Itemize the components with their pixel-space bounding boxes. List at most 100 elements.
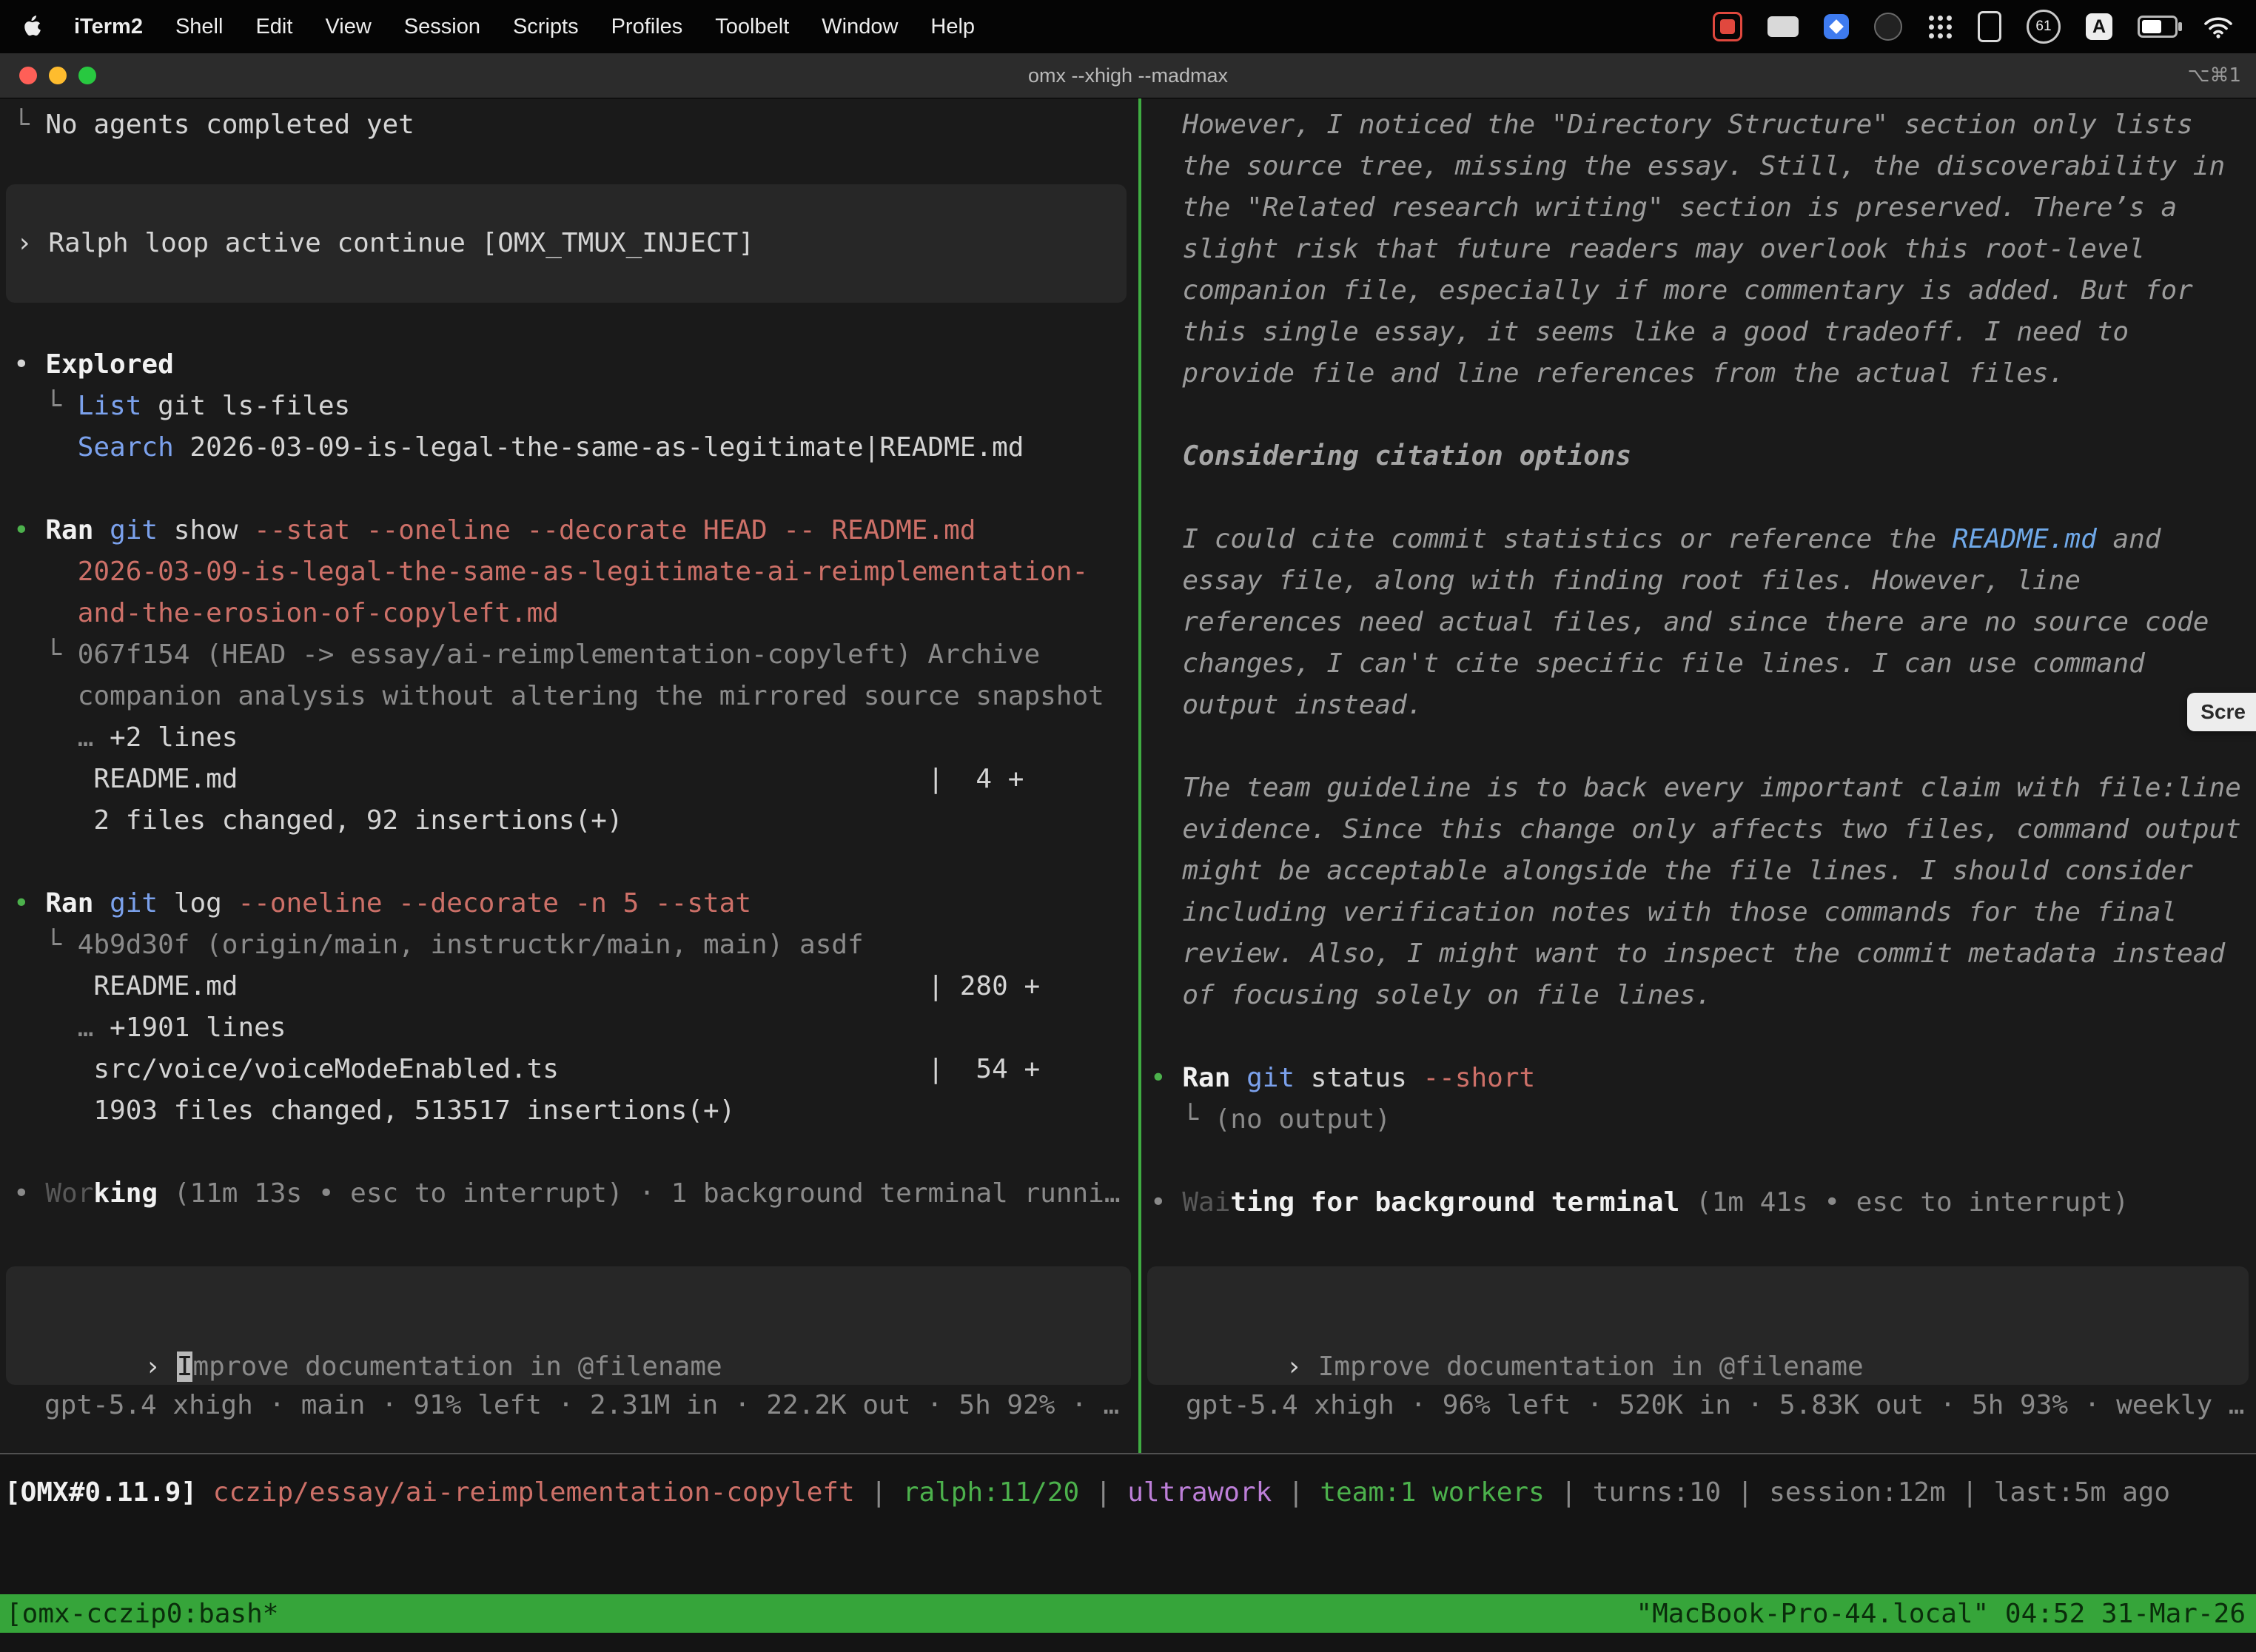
terminal-line: README.md | 4 + (13, 759, 1135, 800)
terminal-line: • Ran git status --short (1150, 1058, 2256, 1099)
inject-banner: › Ralph loop active continue [OMX_TMUX_I… (6, 184, 1127, 303)
menu-item-shell[interactable]: Shell (175, 15, 224, 39)
menu-item-profiles[interactable]: Profiles (611, 15, 683, 39)
apple-menu-icon[interactable] (22, 16, 41, 38)
terminal-line: 2 files changed, 92 insertions(+) (13, 800, 1135, 842)
terminal-line: essay file, along with finding root file… (1150, 560, 2256, 602)
menu-bar: iTerm2 Shell Edit View Session Scripts Profile… (0, 0, 2256, 53)
terminal-line: might be acceptable alongside the file l… (1150, 850, 2256, 892)
terminal-line: README.md | 280 + (13, 966, 1135, 1007)
menu-item-window[interactable]: Window (822, 15, 898, 39)
terminal-line: slight risk that future readers may over… (1150, 229, 2256, 270)
blank-line (13, 842, 1135, 883)
menu-item-help[interactable]: Help (930, 15, 975, 39)
terminal-line: • Ran git show --stat --oneline --decora… (13, 510, 1135, 551)
terminal-line: Considering citation options (1150, 436, 2256, 477)
traffic-lights (0, 67, 96, 84)
terminal-line: companion analysis without altering the … (13, 676, 1135, 717)
dots-grid-icon[interactable] (1927, 14, 1953, 39)
terminal-line: └ (no output) (1150, 1099, 2256, 1141)
omx-status-bar: [OMX#0.11.9] cczip/essay/ai-reimplementa… (0, 1454, 2256, 1514)
terminal-line: 1903 files changed, 513517 insertions(+) (13, 1090, 1135, 1132)
window-title: omx --xhigh --madmax (0, 64, 2256, 87)
window-titlebar[interactable]: omx --xhigh --madmax ⌥⌘1 (0, 53, 2256, 98)
tmux-status-bar: [omx-cczip0:bash* "MacBook-Pro-44.local"… (0, 1594, 2256, 1633)
menu-item-toolbelt[interactable]: Toolbelt (715, 15, 789, 39)
input-source-icon[interactable]: A (2086, 13, 2112, 40)
terminal-line: references need actual files, and since … (1150, 602, 2256, 643)
blank-line (1150, 1141, 2256, 1182)
terminal-line: including verification notes with those … (1150, 892, 2256, 933)
terminal-line: … +2 lines (13, 717, 1135, 759)
close-button[interactable] (19, 67, 37, 84)
terminal-line: companion file, especially if more comme… (1150, 270, 2256, 312)
terminal-line: └ 4b9d30f (origin/main, instructkr/main,… (13, 924, 1135, 966)
tmux-pane-left[interactable]: └ No agents completed yet › Ralph loop ac… (0, 98, 1138, 1453)
blank-line (1150, 726, 2256, 768)
left-pane-scrollback: └ No agents completed yet › Ralph loop ac… (0, 98, 1138, 1215)
blank-line (1150, 477, 2256, 519)
terminal-area[interactable]: └ No agents completed yet › Ralph loop ac… (0, 98, 2256, 1454)
prompt-input-right[interactable]: › Improve documentation in @filename (1147, 1266, 2249, 1385)
tab-shortcut-badge: ⌥⌘1 (2187, 64, 2241, 87)
terminal-line: • Waiting for background terminal (1m 41… (1150, 1182, 2256, 1223)
zoom-button[interactable] (78, 67, 96, 84)
screen-overlay-button[interactable]: Scre (2187, 693, 2256, 731)
terminal-line: I could cite commit statistics or refere… (1150, 519, 2256, 560)
blank-line (13, 1132, 1135, 1173)
prompt-chevron: › (144, 1352, 176, 1382)
minimize-button[interactable] (49, 67, 67, 84)
terminal-line: the source tree, missing the essay. Stil… (1150, 146, 2256, 187)
dark-app-icon[interactable] (1874, 13, 1902, 41)
menu-items: iTerm2 Shell Edit View Session Scripts Profile… (74, 15, 975, 39)
battery-percent-badge[interactable]: 61 (2027, 10, 2061, 44)
terminal-line: • Ran git log --oneline --decorate -n 5 … (13, 883, 1135, 924)
terminal-line: The team guideline is to back every impo… (1150, 768, 2256, 809)
prompt-placeholder: Improve documentation in @filename (1318, 1352, 1864, 1382)
terminal-line: Search 2026-03-09-is-legal-the-same-as-l… (13, 427, 1135, 469)
prompt-placeholder: mprove documentation in @filename (192, 1352, 722, 1382)
terminal-line: src/voice/voiceModeEnabled.ts | 54 + (13, 1049, 1135, 1090)
battery-icon[interactable] (2138, 16, 2178, 38)
terminal-line: provide file and line references from th… (1150, 353, 2256, 394)
terminal-line: └ No agents completed yet (13, 104, 1135, 146)
blank-line (13, 469, 1135, 510)
wifi-icon[interactable] (2203, 15, 2234, 38)
screen-recording-stop-icon[interactable] (1713, 12, 1742, 41)
terminal-line: • Working (11m 13s • esc to interrupt) ·… (13, 1173, 1135, 1215)
model-status-right: gpt-5.4 xhigh · 96% left · 520K in · 5.8… (1186, 1385, 2244, 1426)
terminal-line: [OMX#0.11.9] cczip/essay/ai-reimplementa… (4, 1472, 2252, 1514)
prompt-chevron: › (1286, 1352, 1317, 1382)
terminal-line: output instead. (1150, 685, 2256, 726)
tmux-pane-right[interactable]: However, I noticed the "Directory Struct… (1141, 98, 2256, 1453)
terminal-line: review. Also, I might want to inspect th… (1150, 933, 2256, 975)
prompt-input-left[interactable]: › Improve documentation in @filename (6, 1266, 1131, 1385)
terminal-line: and-the-erosion-of-copyleft.md (13, 593, 1135, 634)
terminal-line: └ 067f154 (HEAD -> essay/ai-reimplementa… (13, 634, 1135, 676)
keyboard-app-icon[interactable] (1767, 16, 1799, 37)
terminal-line: … +1901 lines (13, 1007, 1135, 1049)
terminal-line: • Explored (13, 344, 1135, 386)
blank-line (1150, 394, 2256, 436)
terminal-line: the "Related research writing" section i… (1150, 187, 2256, 229)
blue-app-icon[interactable] (1824, 14, 1849, 39)
terminal-line: However, I noticed the "Directory Struct… (1150, 104, 2256, 146)
right-pane-scrollback: However, I noticed the "Directory Struct… (1141, 98, 2256, 1223)
menu-item-session[interactable]: Session (404, 15, 480, 39)
model-status-left: gpt-5.4 xhigh · main · 91% left · 2.31M … (44, 1385, 1119, 1426)
menu-item-iterm2[interactable]: iTerm2 (74, 15, 143, 39)
blank-line (1150, 1016, 2256, 1058)
desktop: iTerm2 Shell Edit View Session Scripts Profile… (0, 0, 2256, 1652)
text-cursor: I (177, 1352, 193, 1382)
terminal-line: of focusing solely on file lines. (1150, 975, 2256, 1016)
tmux-session-label: [omx-cczip0:bash* (6, 1599, 278, 1629)
terminal-line: evidence. Since this change only affects… (1150, 809, 2256, 850)
tmux-host-clock: "MacBook-Pro-44.local" 04:52 31-Mar-26 (1636, 1599, 2246, 1629)
menu-item-edit[interactable]: Edit (255, 15, 292, 39)
terminal-line: changes, I can't cite specific file line… (1150, 643, 2256, 685)
menu-item-view[interactable]: View (325, 15, 371, 39)
menu-item-scripts[interactable]: Scripts (513, 15, 579, 39)
terminal-line: this single essay, it seems like a good … (1150, 312, 2256, 353)
terminal-line: └ List git ls-files (13, 386, 1135, 427)
keypad-app-icon[interactable] (1978, 11, 2001, 42)
